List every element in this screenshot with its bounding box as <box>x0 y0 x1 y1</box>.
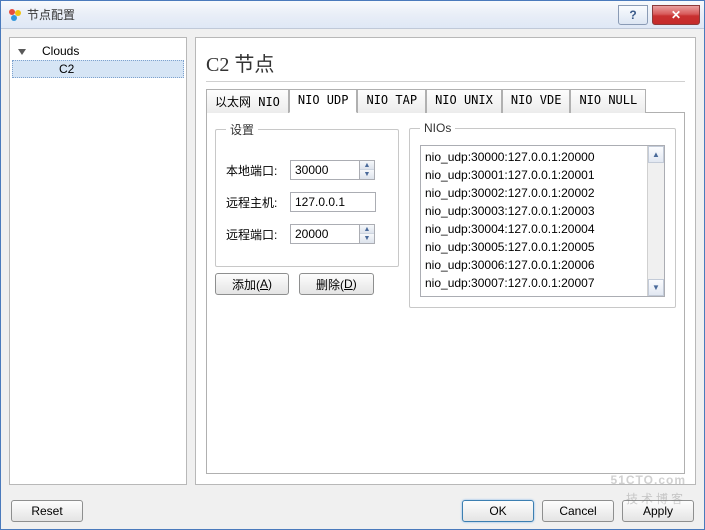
nios-listbox[interactable]: nio_udp:30000:127.0.0.1:20000 nio_udp:30… <box>420 145 665 297</box>
close-button[interactable]: ✕ <box>652 5 700 25</box>
nios-legend: NIOs <box>420 121 455 135</box>
dialog-window: 节点配置 ? ✕ Clouds C2 C2 节点 以太网 NIO N <box>0 0 705 530</box>
scroll-up-icon[interactable]: ▲ <box>648 146 664 163</box>
close-icon: ✕ <box>671 8 681 22</box>
tab-nio-null[interactable]: NIO NULL <box>570 89 646 113</box>
remote-host-input[interactable] <box>290 192 376 212</box>
local-port-spinbox[interactable]: ▲ ▼ <box>290 160 375 180</box>
tab-nio-unix[interactable]: NIO UNIX <box>426 89 502 113</box>
tree-item-c2[interactable]: C2 <box>12 60 184 78</box>
tab-ethernet-nio[interactable]: 以太网 NIO <box>206 89 289 113</box>
dialog-button-bar: Reset OK Cancel Apply <box>1 493 704 529</box>
list-item[interactable]: nio_udp:30000:127.0.0.1:20000 <box>425 148 643 166</box>
apply-button[interactable]: Apply <box>622 500 694 522</box>
ok-button[interactable]: OK <box>462 500 534 522</box>
settings-legend: 设置 <box>226 121 258 138</box>
remote-port-label: 远程端口: <box>226 226 282 243</box>
tab-body: 设置 本地端口: ▲ ▼ 远程主 <box>206 112 685 474</box>
tab-nio-vde[interactable]: NIO VDE <box>502 89 571 113</box>
settings-group: 设置 本地端口: ▲ ▼ 远程主 <box>215 121 399 267</box>
delete-button[interactable]: 删除(D) <box>299 273 374 295</box>
remote-port-input[interactable] <box>290 224 360 244</box>
list-item[interactable]: nio_udp:30005:127.0.0.1:20005 <box>425 238 643 256</box>
tab-bar: 以太网 NIO NIO UDP NIO TAP NIO UNIX NIO VDE… <box>206 88 685 112</box>
tree-label: C2 <box>59 62 74 76</box>
tree-label: Clouds <box>42 44 79 58</box>
help-button[interactable]: ? <box>618 5 648 25</box>
titlebar: 节点配置 ? ✕ <box>1 1 704 29</box>
cancel-button[interactable]: Cancel <box>542 500 614 522</box>
window-title: 节点配置 <box>27 6 618 23</box>
help-icon: ? <box>629 8 636 22</box>
content-area: Clouds C2 C2 节点 以太网 NIO NIO UDP NIO TAP … <box>1 29 704 493</box>
right-pane: C2 节点 以太网 NIO NIO UDP NIO TAP NIO UNIX N… <box>195 37 696 485</box>
remote-host-label: 远程主机: <box>226 194 282 211</box>
tab-nio-tap[interactable]: NIO TAP <box>357 89 426 113</box>
local-port-label: 本地端口: <box>226 162 282 179</box>
reset-button[interactable]: Reset <box>11 500 83 522</box>
spin-up-icon[interactable]: ▲ <box>360 225 374 234</box>
page-title: C2 节点 <box>206 44 685 82</box>
tree-item-clouds[interactable]: Clouds <box>10 42 186 60</box>
spin-down-icon[interactable]: ▼ <box>360 234 374 243</box>
list-item[interactable]: nio_udp:30007:127.0.0.1:20007 <box>425 274 643 292</box>
tree-pane: Clouds C2 <box>9 37 187 485</box>
tab-nio-udp[interactable]: NIO UDP <box>289 89 358 113</box>
list-item[interactable]: nio_udp:30002:127.0.0.1:20002 <box>425 184 643 202</box>
local-port-input[interactable] <box>290 160 360 180</box>
scrollbar[interactable]: ▲ ▼ <box>647 146 664 296</box>
scroll-down-icon[interactable]: ▼ <box>648 279 664 296</box>
list-item[interactable]: nio_udp:30003:127.0.0.1:20003 <box>425 202 643 220</box>
list-item[interactable]: nio_udp:30006:127.0.0.1:20006 <box>425 256 643 274</box>
add-button[interactable]: 添加(A) <box>215 273 289 295</box>
spin-down-icon[interactable]: ▼ <box>360 170 374 179</box>
spin-up-icon[interactable]: ▲ <box>360 161 374 170</box>
nios-group: NIOs nio_udp:30000:127.0.0.1:20000 nio_u… <box>409 121 676 308</box>
remote-port-spinbox[interactable]: ▲ ▼ <box>290 224 375 244</box>
app-icon <box>7 7 23 23</box>
collapse-icon[interactable] <box>16 45 28 57</box>
list-item[interactable]: nio_udp:30004:127.0.0.1:20004 <box>425 220 643 238</box>
list-item[interactable]: nio_udp:30001:127.0.0.1:20001 <box>425 166 643 184</box>
